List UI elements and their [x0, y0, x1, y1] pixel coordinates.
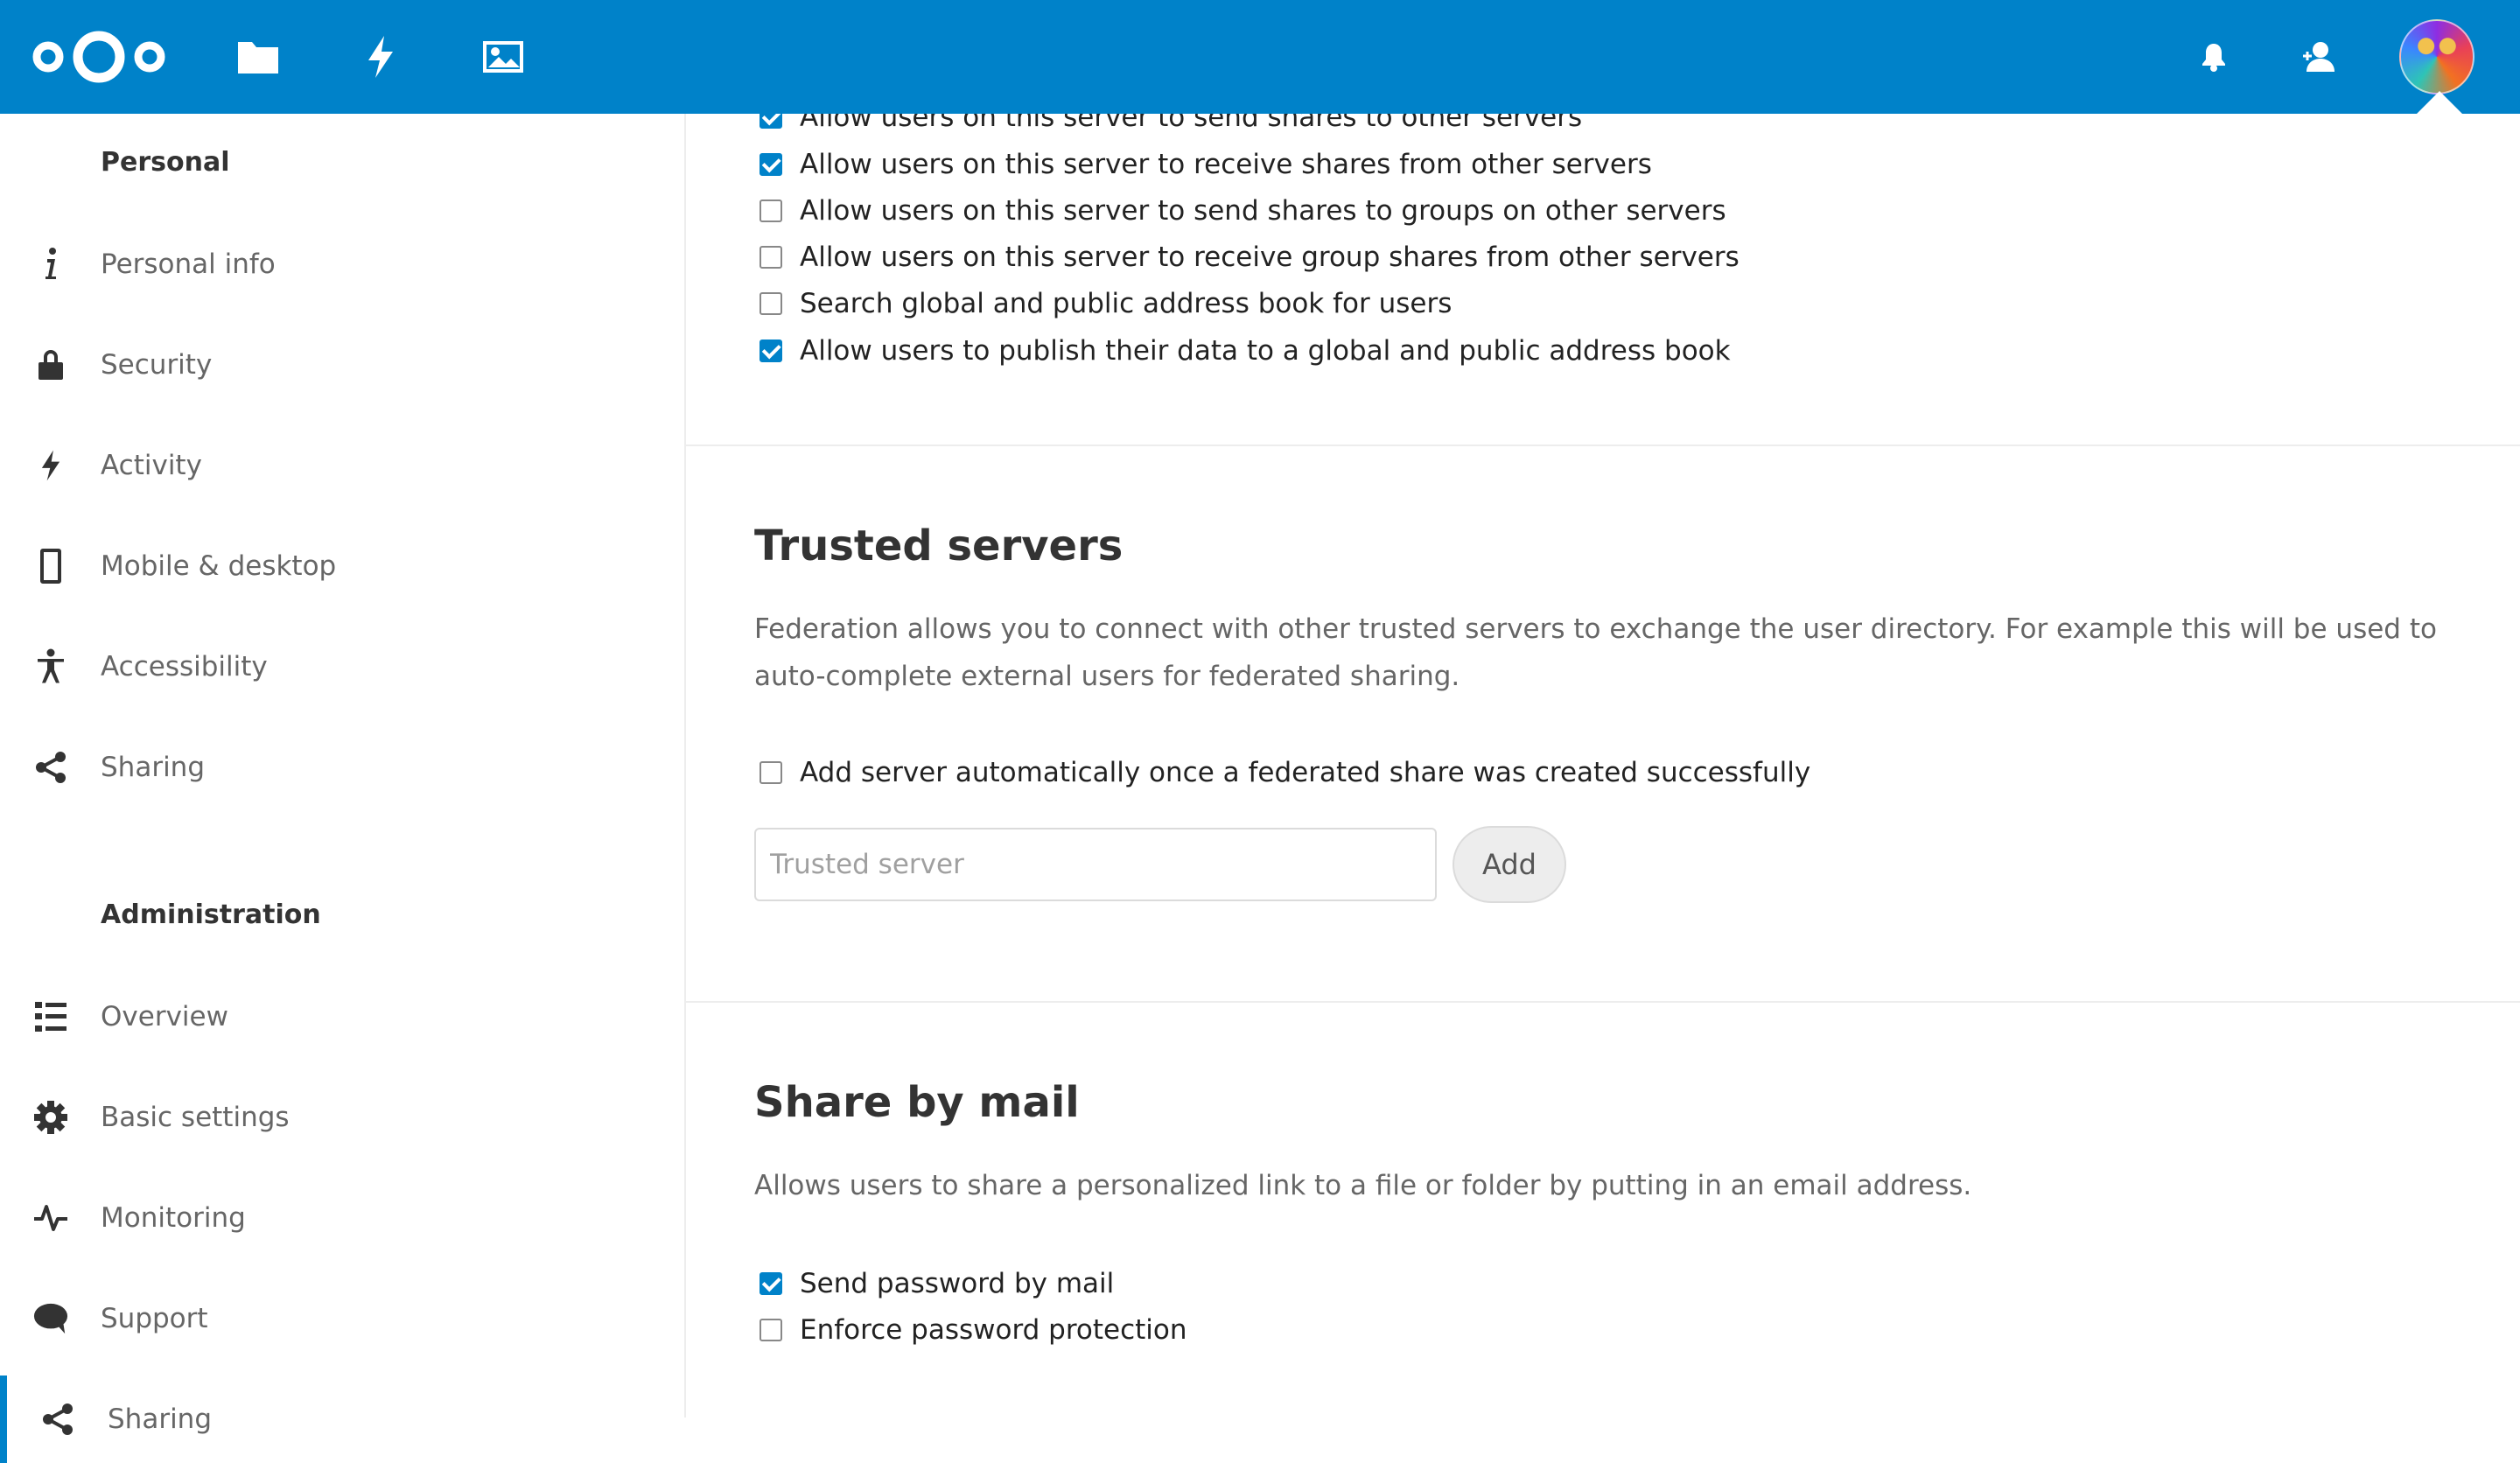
sidebar-item-label: Personal info	[101, 248, 276, 280]
checkbox[interactable]	[760, 292, 782, 315]
sidebar-item-sharing-admin[interactable]: Sharing	[0, 1376, 690, 1463]
main-content: Allow users on this server to send share…	[686, 114, 2520, 1418]
avatar	[2399, 19, 2474, 94]
sidebar-item-activity[interactable]: Activity	[0, 422, 682, 509]
checkbox[interactable]	[760, 1272, 782, 1295]
sidebar-item-label: Sharing	[108, 1404, 213, 1435]
sidebar-item-label: Mobile & desktop	[101, 550, 337, 582]
federation-option-receive-shares[interactable]: Allow users on this server to receive sh…	[760, 149, 1652, 180]
activity-icon[interactable]	[346, 0, 416, 114]
federation-option-receive-group-shares[interactable]: Allow users on this server to receive gr…	[760, 242, 1740, 273]
trusted-servers-description: Federation allows you to connect with ot…	[754, 613, 2437, 692]
personal-heading: Personal	[101, 147, 230, 178]
send-password-by-mail-option[interactable]: Send password by mail	[760, 1268, 1114, 1299]
phone-icon	[33, 549, 68, 584]
section-divider	[686, 444, 2520, 446]
sidebar-item-support[interactable]: Support	[0, 1275, 682, 1362]
settings-sidebar: Personal Personal info Security Activity…	[0, 114, 686, 1463]
sidebar-item-label: Activity	[101, 450, 202, 481]
trusted-server-input[interactable]	[754, 828, 1437, 901]
sidebar-item-label: Security	[101, 349, 213, 381]
checkbox-label: Enforce password protection	[800, 1314, 1187, 1346]
checkbox-label: Search global and public address book fo…	[800, 288, 1452, 319]
federation-option-send-group-shares[interactable]: Allow users on this server to send share…	[760, 195, 1726, 227]
section-divider	[686, 1001, 2520, 1003]
folder-icon[interactable]	[223, 0, 293, 114]
sidebar-item-label: Support	[101, 1303, 208, 1334]
top-header	[0, 0, 2520, 114]
checkbox[interactable]	[760, 1319, 782, 1341]
checkbox-label: Allow users on this server to send share…	[800, 195, 1726, 227]
image-icon[interactable]	[468, 0, 538, 114]
checkbox-label: Add server automatically once a federate…	[800, 757, 1811, 788]
pulse-icon	[33, 1200, 68, 1236]
share-icon	[40, 1402, 75, 1437]
add-server-button[interactable]: Add	[1452, 826, 1566, 903]
sidebar-item-mobile-desktop[interactable]: Mobile & desktop	[0, 522, 682, 610]
lock-icon	[33, 347, 68, 382]
checkbox-label: Send password by mail	[800, 1268, 1115, 1299]
auto-add-server-option[interactable]: Add server automatically once a federate…	[760, 757, 1810, 788]
sidebar-item-overview[interactable]: Overview	[0, 973, 682, 1060]
accessibility-icon	[33, 648, 68, 684]
sidebar-item-label: Basic settings	[101, 1102, 290, 1133]
bell-icon[interactable]	[2179, 0, 2249, 114]
share-by-mail-description: Allows users to share a personalized lin…	[754, 1170, 1972, 1201]
checkbox-label: Allow users to publish their data to a g…	[800, 335, 1731, 367]
speech-bubble-icon	[33, 1301, 68, 1336]
federation-option-search-address-book[interactable]: Search global and public address book fo…	[760, 288, 1452, 319]
nextcloud-logo-icon[interactable]	[26, 0, 171, 114]
sidebar-item-basic-settings[interactable]: Basic settings	[0, 1074, 682, 1161]
list-icon	[33, 999, 68, 1034]
sidebar-item-sharing[interactable]: Sharing	[0, 724, 682, 811]
checkbox-label: Allow users on this server to send share…	[800, 114, 1583, 133]
sidebar-item-monitoring[interactable]: Monitoring	[0, 1174, 682, 1262]
checkbox-label: Allow users on this server to receive gr…	[800, 242, 1740, 273]
trusted-servers-title: Trusted servers	[754, 522, 1124, 570]
administration-heading: Administration	[101, 900, 321, 930]
sidebar-item-label: Overview	[101, 1001, 228, 1032]
sidebar-item-label: Monitoring	[101, 1202, 246, 1234]
federation-option-send-shares[interactable]: Allow users on this server to send share…	[760, 114, 1582, 133]
contacts-icon[interactable]	[2284, 0, 2354, 114]
sidebar-item-security[interactable]: Security	[0, 321, 682, 409]
info-icon	[33, 247, 68, 282]
menu-caret	[2417, 91, 2462, 114]
enforce-password-protection-option[interactable]: Enforce password protection	[760, 1314, 1187, 1346]
federation-option-publish-address-book[interactable]: Allow users to publish their data to a g…	[760, 335, 1731, 367]
share-icon	[33, 750, 68, 785]
sidebar-item-label: Accessibility	[101, 651, 268, 682]
lightning-icon	[33, 448, 68, 483]
checkbox[interactable]	[760, 761, 782, 784]
sidebar-item-personal-info[interactable]: Personal info	[0, 220, 682, 308]
sidebar-item-label: Sharing	[101, 752, 206, 783]
sidebar-item-accessibility[interactable]: Accessibility	[0, 623, 682, 710]
checkbox[interactable]	[760, 246, 782, 269]
checkbox[interactable]	[760, 340, 782, 362]
checkbox-label: Allow users on this server to receive sh…	[800, 149, 1652, 180]
checkbox[interactable]	[760, 200, 782, 222]
checkbox[interactable]	[760, 153, 782, 176]
checkbox[interactable]	[760, 114, 782, 129]
gear-icon	[33, 1100, 68, 1135]
share-by-mail-title: Share by mail	[754, 1078, 1080, 1127]
